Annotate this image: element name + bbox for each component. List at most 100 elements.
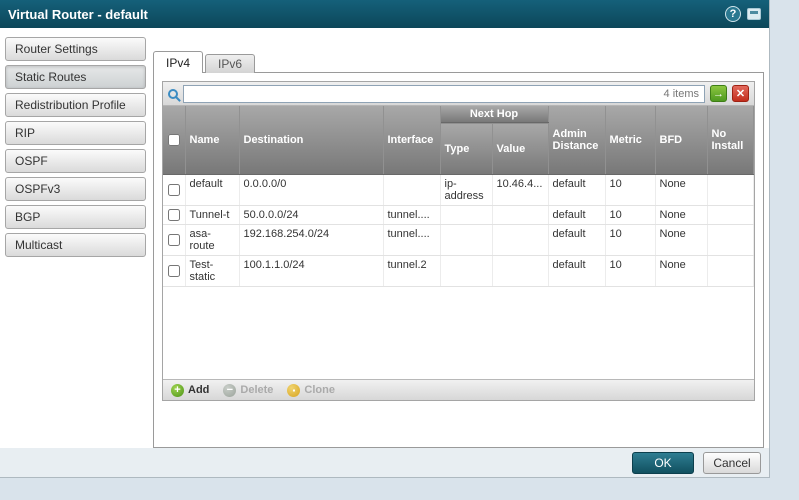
sidebar-item-ospfv3[interactable]: OSPFv3 [5,177,146,201]
col-header-no-install[interactable]: No Install [707,106,754,175]
col-header-name[interactable]: Name [185,106,239,175]
sidebar: Router Settings Static Routes Redistribu… [0,28,150,448]
minimize-icon[interactable] [747,8,761,20]
row-checkbox[interactable] [168,234,180,246]
add-icon [171,384,184,397]
table-empty-area [163,287,754,379]
delete-button[interactable]: Delete [223,384,273,397]
cell-metric: 10 [605,225,655,256]
cell-value [492,225,548,256]
cell-bfd: None [655,256,707,287]
row-checkbox[interactable] [168,209,180,221]
col-header-admin-distance[interactable]: Admin Distance [548,106,605,175]
clone-label: Clone [304,384,335,396]
sidebar-item-router-settings[interactable]: Router Settings [5,37,146,61]
cell-destination: 50.0.0.0/24 [239,206,383,225]
cell-no-install [707,256,754,287]
cell-type [440,206,492,225]
select-all-cell [163,106,185,175]
delete-icon [223,384,236,397]
help-icon[interactable]: ? [725,6,741,22]
search-input[interactable] [183,85,705,103]
ip-version-tabs: IPv4 IPv6 [153,51,257,73]
cell-bfd: None [655,175,707,206]
apply-filter-button[interactable]: → [710,85,727,102]
cell-interface: tunnel.... [383,225,440,256]
search-bar: 4 items → ✕ [163,82,754,106]
cell-bfd: None [655,206,707,225]
sidebar-item-rip[interactable]: RIP [5,121,146,145]
virtual-router-dialog: Virtual Router - default ? Router Settin… [0,0,770,478]
main-content: IPv4 IPv6 4 items → ✕ [150,28,769,448]
col-header-next-hop: Next Hop [440,106,548,123]
clear-filter-button[interactable]: ✕ [732,85,749,102]
sidebar-item-ospf[interactable]: OSPF [5,149,146,173]
col-header-value[interactable]: Value [492,123,548,175]
cell-admin-distance: default [548,256,605,287]
add-button[interactable]: Add [171,384,209,397]
dialog-title: Virtual Router - default [8,7,148,22]
cell-name: Tunnel-t [185,206,239,225]
clone-icon [287,384,300,397]
routes-table-container: 4 items → ✕ Name Desti [162,81,755,401]
cell-type [440,225,492,256]
sidebar-item-static-routes[interactable]: Static Routes [5,65,146,89]
cell-bfd: None [655,225,707,256]
cell-destination: 0.0.0.0/0 [239,175,383,206]
cell-value: 10.46.4... [492,175,548,206]
cell-checkbox [163,256,185,287]
search-input-wrap: 4 items [183,85,705,103]
cancel-button[interactable]: Cancel [703,452,761,474]
cell-destination: 192.168.254.0/24 [239,225,383,256]
static-routes-table: Name Destination Interface Next Hop Admi… [163,106,754,287]
cell-admin-distance: default [548,225,605,256]
search-icon[interactable] [168,89,178,99]
dialog-titlebar: Virtual Router - default ? [0,0,769,28]
cell-checkbox [163,206,185,225]
row-checkbox[interactable] [168,184,180,196]
cell-type [440,256,492,287]
cell-name: asa-route [185,225,239,256]
col-header-metric[interactable]: Metric [605,106,655,175]
cell-value [492,256,548,287]
cell-no-install [707,206,754,225]
table-row[interactable]: Tunnel-t 50.0.0.0/24 tunnel.... default … [163,206,754,225]
cell-name: Test-static [185,256,239,287]
cell-admin-distance: default [548,206,605,225]
cell-metric: 10 [605,175,655,206]
table-row[interactable]: default 0.0.0.0/0 ip-address 10.46.4... … [163,175,754,206]
col-header-bfd[interactable]: BFD [655,106,707,175]
cell-interface: tunnel.... [383,206,440,225]
ok-button[interactable]: OK [632,452,694,474]
tab-ipv6[interactable]: IPv6 [205,54,255,73]
dialog-footer: OK Cancel [0,448,769,477]
table-row[interactable]: asa-route 192.168.254.0/24 tunnel.... de… [163,225,754,256]
cell-no-install [707,225,754,256]
cell-admin-distance: default [548,175,605,206]
sidebar-item-redistribution-profile[interactable]: Redistribution Profile [5,93,146,117]
cell-value [492,206,548,225]
cell-type: ip-address [440,175,492,206]
tab-ipv4[interactable]: IPv4 [153,51,203,73]
select-all-checkbox[interactable] [168,134,180,146]
clone-button[interactable]: Clone [287,384,335,397]
cell-interface [383,175,440,206]
cell-interface: tunnel.2 [383,256,440,287]
cell-metric: 10 [605,256,655,287]
add-label: Add [188,384,209,396]
delete-label: Delete [240,384,273,396]
cell-checkbox [163,175,185,206]
col-header-type[interactable]: Type [440,123,492,175]
col-header-interface[interactable]: Interface [383,106,440,175]
table-row[interactable]: Test-static 100.1.1.0/24 tunnel.2 defaul… [163,256,754,287]
sidebar-item-multicast[interactable]: Multicast [5,233,146,257]
cell-name: default [185,175,239,206]
cell-metric: 10 [605,206,655,225]
row-checkbox[interactable] [168,265,180,277]
col-header-destination[interactable]: Destination [239,106,383,175]
sidebar-item-bgp[interactable]: BGP [5,205,146,229]
cell-checkbox [163,225,185,256]
static-routes-panel: 4 items → ✕ Name Desti [153,72,764,448]
titlebar-icons: ? [725,6,761,22]
cell-no-install [707,175,754,206]
